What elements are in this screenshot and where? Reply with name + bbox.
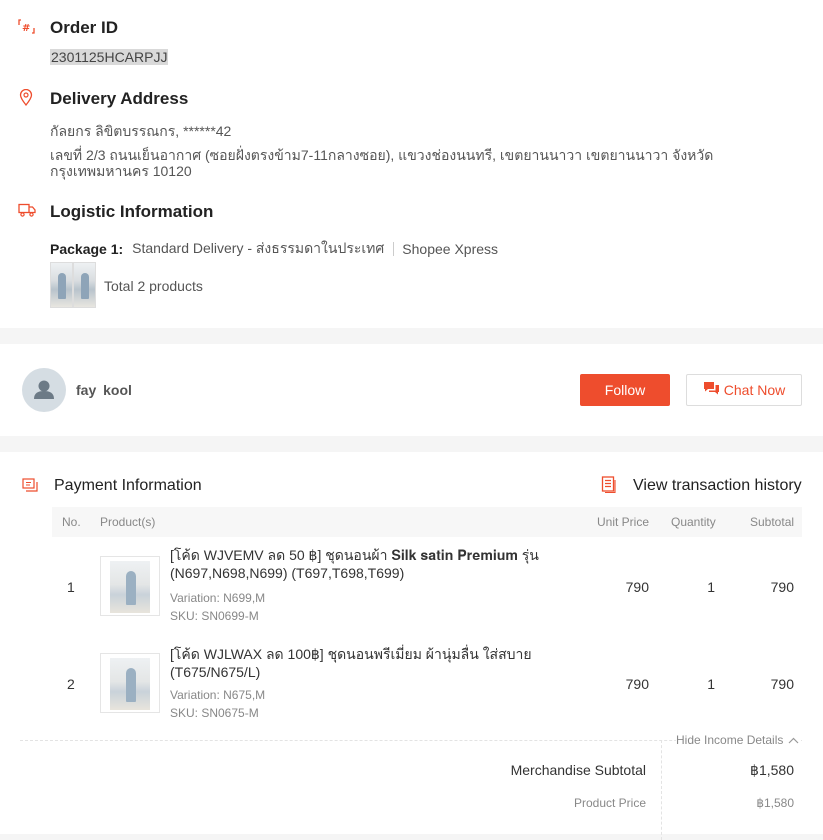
row-number: 1 [67,579,75,595]
product-price-label: Product Price [573,796,646,810]
divider [661,740,662,840]
order-id-title: Order ID [50,18,119,37]
follow-button[interactable]: Follow [580,374,670,406]
column-header-subtotal: Subtotal [750,515,795,529]
svg-text:#: # [22,23,30,34]
product-variation: Variation: N699,M [170,591,266,605]
subtotal: 790 [770,676,794,692]
carrier-name: Shopee Xpress [402,241,499,257]
quantity: 1 [707,579,715,595]
total-products-text: Total 2 products [104,278,203,294]
product-name[interactable]: [โค้ด WJLWAX ลด 100฿] ชุดนอนพรีเมี่ยม ผ้… [170,645,562,681]
truck-icon [18,203,36,219]
seller-avatar[interactable] [22,368,66,412]
order-id-icon: # [18,18,35,34]
product-sku: SKU: SN0699-M [170,609,259,623]
column-header-unit-price: Unit Price [597,515,650,529]
product-image[interactable] [100,653,160,713]
column-header-no: No. [62,515,81,529]
quantity: 1 [707,676,715,692]
chat-icon [703,381,720,399]
chevron-up-icon [788,733,799,747]
hide-income-details-toggle[interactable]: Hide Income Details [676,733,802,747]
order-info-card: # Order ID 2301125HCARPJJ Delivery Addre… [0,0,823,328]
product-thumbnail [50,262,73,308]
package-product-thumbnails[interactable] [50,262,96,308]
transaction-history-icon[interactable] [601,476,617,494]
row-number: 2 [67,676,75,692]
divider [393,242,395,256]
product-thumbnail [73,262,96,308]
payment-information-title: Payment Information [54,477,202,494]
user-icon [34,380,54,399]
merchandise-subtotal-label: Merchandise Subtotal [510,762,646,778]
payment-icon [22,478,38,494]
seller-name[interactable]: fay kool [76,382,132,398]
chat-now-label: Chat Now [723,382,786,398]
package-row: Package 1: Standard Delivery - ส่งธรรมดา… [50,238,498,260]
order-id-value[interactable]: 2301125HCARPJJ [50,49,169,65]
table-row: 1 [โค้ด WJVEMV ลด 50 ฿] ชุดนอนผ้า 𝐒𝐢𝐥𝐤 𝐬… [52,537,802,633]
chat-now-button[interactable]: Chat Now [686,374,802,406]
subtotal: 790 [770,579,794,595]
products-table-header: No. Product(s) Unit Price Quantity Subto… [52,507,802,537]
table-row: 2 [โค้ด WJLWAX ลด 100฿] ชุดนอนพรีเมี่ยม … [52,634,802,730]
product-image[interactable] [100,556,160,616]
seller-card: fay kool Follow Chat Now [0,344,823,436]
delivery-address-title: Delivery Address [50,89,189,108]
column-header-quantity: Quantity [671,515,716,529]
product-sku: SKU: SN0675-M [170,706,259,720]
delivery-address-text: เลขที่ 2/3 ถนนเย็นอากาศ (ซอยฝั่งตรงข้าม7… [50,147,714,179]
payment-card: Payment Information View transaction his… [0,452,823,840]
product-variation: Variation: N675,M [170,688,266,702]
recipient-name-phone: กัลยกร ลิขิตบรรณกร, ******42 [50,123,232,139]
product-name[interactable]: [โค้ด WJVEMV ลด 50 ฿] ชุดนอนผ้า 𝐒𝐢𝐥𝐤 𝐬𝐚𝐭… [170,546,562,582]
location-pin-icon [19,88,35,107]
package-label: Package 1: [50,241,124,257]
view-transaction-history-link[interactable]: View transaction history [633,477,802,495]
logistic-information-title: Logistic Information [50,202,214,221]
column-header-products: Product(s) [100,515,156,529]
unit-price: 790 [625,676,649,692]
merchandise-subtotal-value: ฿1,580 [750,762,794,778]
product-price-value: ฿1,580 [756,796,794,810]
hide-income-details-label: Hide Income Details [676,733,784,747]
delivery-service: Standard Delivery - ส่งธรรมดาในประเทศ [132,240,385,256]
unit-price: 790 [625,579,649,595]
